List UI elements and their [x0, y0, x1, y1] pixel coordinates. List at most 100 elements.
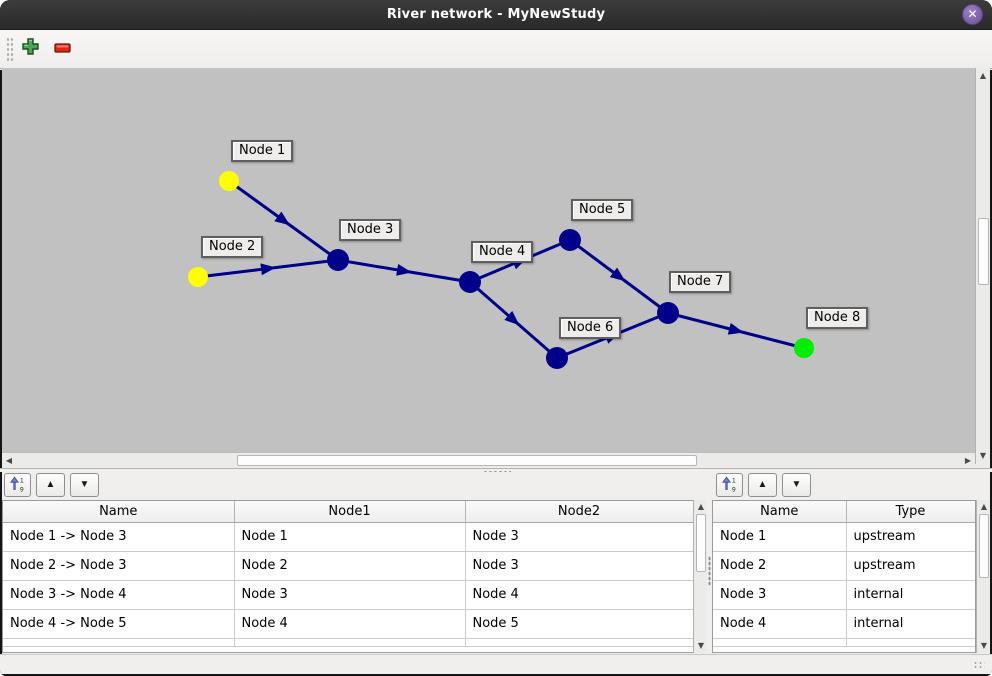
close-icon: ✕ — [967, 7, 977, 21]
table-row[interactable]: Node 2 -> Node 3Node 2Node 3 — [3, 551, 693, 580]
branch-edge-n7-n8[interactable] — [668, 313, 804, 348]
branch-edge-n3-n4[interactable] — [338, 260, 470, 282]
title-bar: River network - MyNewStudy ✕ — [0, 0, 992, 30]
node-node-1[interactable] — [219, 171, 239, 191]
column-header-name[interactable]: Name — [3, 501, 234, 522]
svg-text:9: 9 — [732, 486, 736, 492]
table-cell: Node 3 — [713, 580, 846, 609]
table-cell: Node 1 — [713, 522, 846, 551]
table-row[interactable]: Node 4 -> Node 5Node 4Node 5 — [3, 609, 693, 638]
branch-edge-n5-n7[interactable] — [570, 240, 668, 313]
node-label-node-1[interactable]: Node 1 — [231, 140, 293, 162]
node-node-5[interactable] — [559, 229, 581, 251]
table-row[interactable]: Node 1 -> Node 3Node 1Node 3 — [3, 522, 693, 551]
node-label-node-5[interactable]: Node 5 — [571, 199, 633, 221]
scroll-left-icon[interactable]: ◀ — [2, 454, 16, 468]
table-row[interactable]: Node 2upstream — [713, 551, 975, 580]
scroll-up-icon[interactable]: ▲ — [694, 500, 708, 514]
up-triangle-icon: ▲ — [46, 480, 56, 490]
node-label-node-6[interactable]: Node 6 — [559, 317, 621, 339]
table-cell: Node 4 — [234, 609, 465, 638]
node-label-node-2[interactable]: Node 2 — [201, 236, 263, 258]
branches-table: NameNode1Node2Node 1 -> Node 3Node 1Node… — [2, 500, 694, 653]
scroll-down-icon[interactable]: ▼ — [977, 639, 991, 653]
svg-text:9: 9 — [20, 486, 24, 492]
table-cell: Node 2 — [234, 551, 465, 580]
main-toolbar — [0, 30, 992, 68]
status-bar — [0, 654, 992, 674]
table-cell: Node 1 -> Node 3 — [3, 522, 234, 551]
table-cell: internal — [846, 580, 975, 609]
node-node-7[interactable] — [657, 302, 679, 324]
svg-text:1: 1 — [732, 477, 736, 484]
table-row[interactable]: Node 4internal — [713, 609, 975, 638]
table-cell: Node 2 -> Node 3 — [3, 551, 234, 580]
close-button[interactable]: ✕ — [962, 4, 983, 25]
branches-table-scrollbar[interactable]: ▲ ▼ — [693, 500, 707, 653]
table-cell: upstream — [846, 522, 975, 551]
node-label-node-4[interactable]: Node 4 — [471, 241, 533, 263]
nodes-move-up-button[interactable]: ▲ — [748, 473, 777, 497]
node-node-6[interactable] — [546, 347, 568, 369]
plus-icon — [22, 38, 39, 58]
column-header-name[interactable]: Name — [713, 501, 846, 522]
node-node-3[interactable] — [327, 249, 349, 271]
splitter-grip-icon — [708, 556, 711, 586]
nodes-sort-button[interactable]: 1 9 — [716, 473, 743, 497]
node-label-node-8[interactable]: Node 8 — [806, 307, 868, 329]
table-cell: upstream — [846, 551, 975, 580]
nodes-table-scrollbar[interactable]: ▲ ▼ — [976, 500, 990, 653]
column-header-node1[interactable]: Node1 — [234, 501, 465, 522]
canvas-horizontal-scrollbar[interactable]: ◀ ▶ — [2, 452, 975, 468]
table-cell: Node 2 — [713, 551, 846, 580]
branches-move-up-button[interactable]: ▲ — [36, 473, 65, 497]
branches-move-down-button[interactable]: ▼ — [70, 473, 99, 497]
vertical-scroll-thumb[interactable] — [979, 514, 989, 578]
remove-button[interactable] — [50, 36, 74, 60]
table-cell: Node 4 — [713, 609, 846, 638]
down-triangle-icon: ▼ — [80, 480, 90, 490]
table-cell: Node 5 — [465, 609, 693, 638]
vertical-scroll-thumb[interactable] — [978, 218, 989, 285]
vertical-scroll-thumb[interactable] — [696, 514, 706, 572]
window-title: River network - MyNewStudy — [387, 7, 605, 22]
scroll-right-icon[interactable]: ▶ — [961, 454, 975, 468]
svg-text:1: 1 — [20, 477, 24, 484]
table-row[interactable]: Node 1upstream — [713, 522, 975, 551]
scroll-down-icon[interactable]: ▼ — [976, 449, 990, 463]
node-label-node-3[interactable]: Node 3 — [339, 219, 401, 241]
table-cell: Node 3 -> Node 4 — [3, 580, 234, 609]
add-button[interactable] — [18, 36, 42, 60]
empty-row — [713, 638, 975, 646]
node-node-4[interactable] — [459, 271, 481, 293]
toolbar-drag-handle[interactable] — [6, 37, 14, 61]
splitter-grip-icon — [483, 470, 511, 473]
table-row[interactable]: Node 3 -> Node 4Node 3Node 4 — [3, 580, 693, 609]
column-header-type[interactable]: Type — [846, 501, 975, 522]
node-label-node-7[interactable]: Node 7 — [669, 271, 731, 293]
table-cell: Node 1 — [234, 522, 465, 551]
branch-edge-n4-n6[interactable] — [470, 282, 557, 358]
scroll-up-icon[interactable]: ▲ — [977, 500, 991, 514]
table-cell: Node 3 — [465, 551, 693, 580]
branches-sort-button[interactable]: 1 9 — [4, 473, 31, 497]
scroll-up-icon[interactable]: ▲ — [976, 69, 990, 83]
table-cell: Node 3 — [465, 522, 693, 551]
table-row[interactable]: Node 3internal — [713, 580, 975, 609]
horizontal-scroll-thumb[interactable] — [237, 455, 697, 466]
sort-ascending-icon: 1 9 — [10, 476, 25, 495]
table-cell: internal — [846, 609, 975, 638]
resize-grip[interactable] — [973, 661, 985, 670]
horizontal-splitter[interactable] — [0, 468, 992, 472]
branch-edge-n2-n3[interactable] — [198, 260, 338, 277]
down-triangle-icon: ▼ — [792, 480, 802, 490]
canvas-vertical-scrollbar[interactable]: ▲ ▼ — [975, 68, 990, 464]
nodes-move-down-button[interactable]: ▼ — [782, 473, 811, 497]
table-cell: Node 3 — [234, 580, 465, 609]
network-canvas[interactable]: Node 1 Node 2 Node 3 Node 4 Node 5 Node 6 Node… — [2, 68, 975, 452]
scroll-down-icon[interactable]: ▼ — [694, 639, 708, 653]
node-node-8[interactable] — [794, 338, 814, 358]
sort-ascending-icon: 1 9 — [722, 476, 737, 495]
column-header-node2[interactable]: Node2 — [465, 501, 693, 522]
node-node-2[interactable] — [188, 267, 208, 287]
